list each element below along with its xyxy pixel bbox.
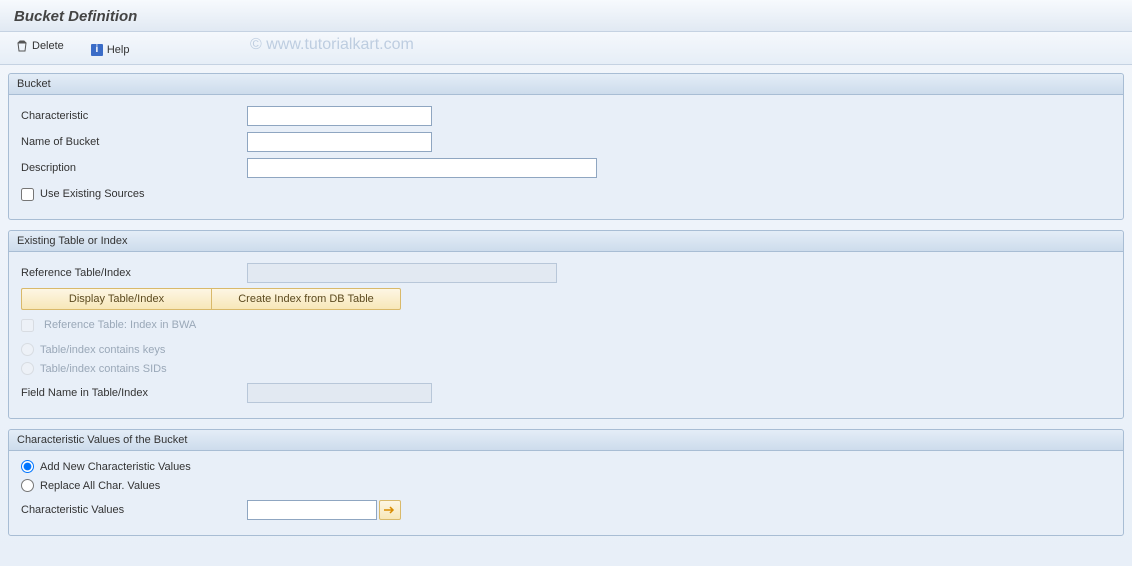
help-label: Help: [107, 44, 130, 56]
add-new-label: Add New Characteristic Values: [40, 461, 191, 473]
group-existing-header: Existing Table or Index: [9, 231, 1123, 252]
replace-all-label: Replace All Char. Values: [40, 480, 160, 492]
delete-button[interactable]: Delete: [10, 38, 70, 54]
name-of-bucket-input[interactable]: [247, 132, 432, 152]
help-button[interactable]: i Help: [85, 42, 136, 58]
watermark: © www.tutorialkart.com: [250, 36, 414, 54]
ref-bwa-label: Reference Table: Index in BWA: [40, 319, 196, 331]
use-existing-checkbox[interactable]: [21, 188, 34, 201]
field-name-input: [247, 383, 432, 403]
group-existing: Existing Table or Index Reference Table/…: [8, 230, 1124, 419]
trash-icon: [16, 40, 28, 52]
char-values-label: Characteristic Values: [17, 504, 247, 516]
group-charvals-header: Characteristic Values of the Bucket: [9, 430, 1123, 451]
arrow-right-icon: [384, 505, 396, 515]
characteristic-input[interactable]: [247, 106, 432, 126]
ref-bwa-checkbox: [21, 319, 34, 332]
description-label: Description: [17, 162, 247, 174]
contains-sids-radio: [21, 362, 34, 375]
contains-keys-label: Table/index contains keys: [40, 344, 165, 356]
group-bucket: Bucket Characteristic Name of Bucket Des…: [8, 73, 1124, 220]
group-bucket-header: Bucket: [9, 74, 1123, 95]
char-values-input[interactable]: [247, 500, 377, 520]
contains-sids-label: Table/index contains SIDs: [40, 363, 167, 375]
characteristic-label: Characteristic: [17, 110, 247, 122]
field-name-label: Field Name in Table/Index: [17, 387, 247, 399]
reference-table-label: Reference Table/Index: [17, 267, 247, 279]
content: Bucket Characteristic Name of Bucket Des…: [0, 65, 1132, 554]
use-existing-label: Use Existing Sources: [40, 188, 145, 200]
add-new-radio[interactable]: [21, 460, 34, 473]
toolbar: Delete i Help © www.tutorialkart.com: [0, 32, 1132, 65]
contains-keys-radio: [21, 343, 34, 356]
display-table-button[interactable]: Display Table/Index: [21, 288, 211, 310]
replace-all-radio[interactable]: [21, 479, 34, 492]
description-input[interactable]: [247, 158, 597, 178]
group-charvals: Characteristic Values of the Bucket Add …: [8, 429, 1124, 536]
multiple-selection-button[interactable]: [379, 500, 401, 520]
help-icon: i: [91, 44, 103, 56]
page-title: Bucket Definition: [0, 0, 1132, 32]
delete-label: Delete: [32, 40, 64, 52]
reference-table-input: [247, 263, 557, 283]
name-of-bucket-label: Name of Bucket: [17, 136, 247, 148]
create-index-button[interactable]: Create Index from DB Table: [211, 288, 401, 310]
